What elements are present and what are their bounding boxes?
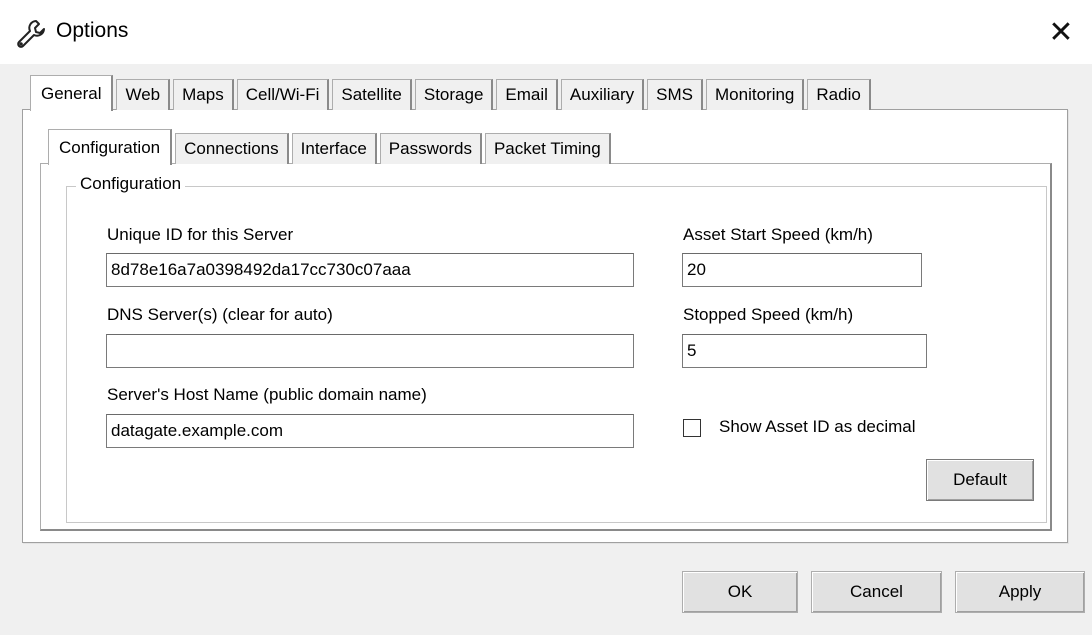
tab-satellite[interactable]: Satellite [332, 79, 412, 110]
host-name-label: Server's Host Name (public domain name) [107, 385, 427, 404]
show-asset-decimal-label[interactable]: Show Asset ID as decimal [719, 417, 916, 437]
apply-button[interactable]: Apply [955, 571, 1085, 613]
tab-auxiliary[interactable]: Auxiliary [560, 79, 645, 110]
title-bar: Options ✕ [0, 0, 1092, 64]
unique-id-input[interactable] [106, 253, 634, 287]
tab-web[interactable]: Web [116, 79, 171, 110]
tab-cell-wifi[interactable]: Cell/Wi-Fi [236, 79, 330, 110]
dns-server-input[interactable] [106, 334, 634, 368]
tab-configuration[interactable]: Configuration [48, 129, 173, 165]
cancel-button[interactable]: Cancel [811, 571, 942, 613]
inner-tab-strip: Configuration Connections Interface Pass… [48, 128, 614, 165]
tab-general[interactable]: General [30, 75, 114, 111]
window-title: Options [56, 19, 129, 42]
close-icon[interactable]: ✕ [1048, 15, 1073, 50]
dns-server-label: DNS Server(s) (clear for auto) [107, 305, 333, 324]
wrench-icon [17, 20, 45, 48]
tab-connections[interactable]: Connections [175, 133, 289, 164]
tab-email[interactable]: Email [496, 79, 558, 110]
close-button[interactable]: ✕ [1030, 0, 1092, 64]
groupbox-title: Configuration [76, 174, 186, 194]
tab-interface[interactable]: Interface [291, 133, 377, 164]
tab-sms[interactable]: SMS [647, 79, 704, 110]
tab-passwords[interactable]: Passwords [379, 133, 482, 164]
stopped-speed-label: Stopped Speed (km/h) [683, 305, 854, 324]
start-speed-label: Asset Start Speed (km/h) [683, 225, 873, 244]
unique-id-label: Unique ID for this Server [107, 225, 294, 244]
start-speed-input[interactable] [682, 253, 922, 287]
host-name-input[interactable] [106, 414, 634, 448]
tab-maps[interactable]: Maps [173, 79, 234, 110]
tab-monitoring[interactable]: Monitoring [706, 79, 805, 110]
show-asset-decimal-checkbox[interactable] [683, 419, 701, 437]
outer-tab-strip: General Web Maps Cell/Wi-Fi Satellite St… [30, 74, 874, 111]
tab-packet-timing[interactable]: Packet Timing [484, 133, 611, 164]
stopped-speed-input[interactable] [682, 334, 927, 368]
default-button[interactable]: Default [926, 459, 1034, 501]
tab-radio[interactable]: Radio [807, 79, 871, 110]
ok-button[interactable]: OK [682, 571, 798, 613]
tab-storage[interactable]: Storage [414, 79, 494, 110]
